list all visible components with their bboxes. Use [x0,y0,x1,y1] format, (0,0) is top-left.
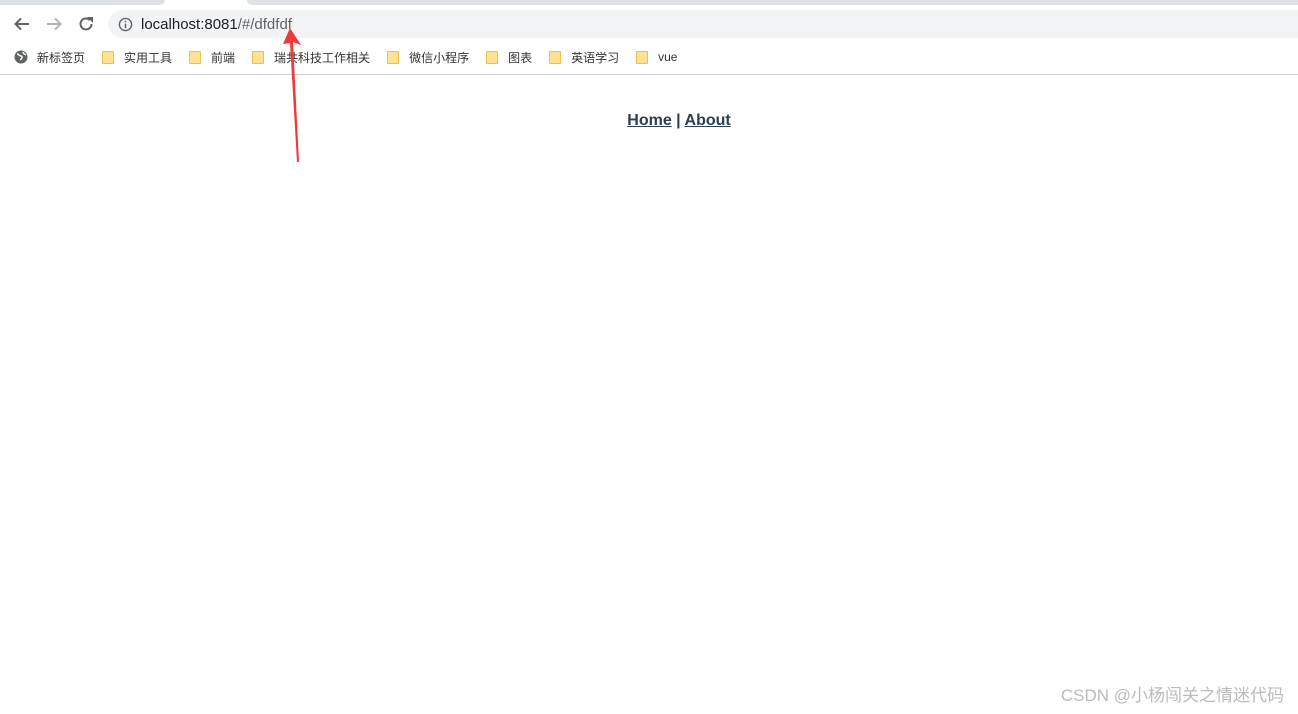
annotation-arrow-icon [283,28,301,162]
watermark: CSDN @小杨闯关之情迷代码 [1060,686,1284,705]
